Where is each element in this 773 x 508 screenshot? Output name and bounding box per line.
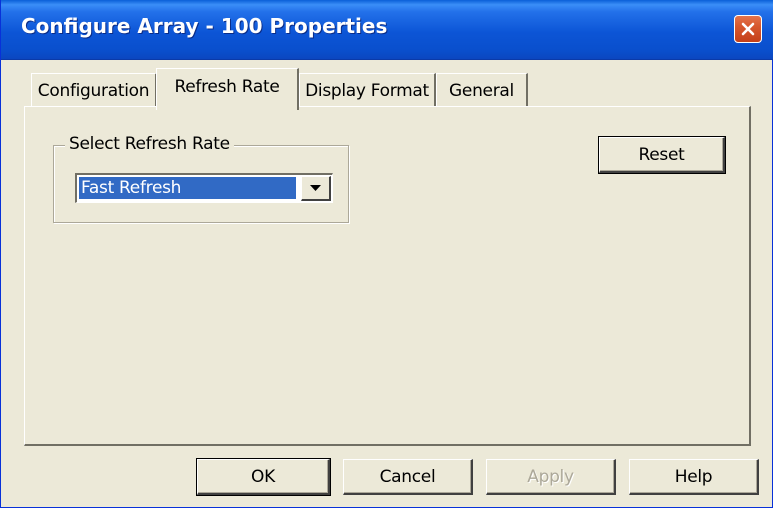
- apply-label: Apply: [527, 466, 574, 487]
- groupbox-label: Select Refresh Rate: [65, 134, 234, 154]
- cancel-button[interactable]: Cancel: [343, 459, 473, 495]
- tab-label: Display Format: [305, 80, 429, 101]
- ok-label: OK: [251, 466, 275, 487]
- help-button[interactable]: Help: [629, 459, 759, 495]
- help-label: Help: [674, 466, 713, 487]
- title-bar[interactable]: Configure Array - 100 Properties: [1, 0, 773, 60]
- tab-label: General: [449, 80, 514, 101]
- apply-button[interactable]: Apply: [486, 459, 616, 495]
- tab-label: Configuration: [37, 80, 150, 101]
- dialog-window: Configure Array - 100 Properties Configu…: [0, 0, 773, 508]
- close-x-icon: [741, 22, 755, 36]
- tab-label: Refresh Rate: [174, 76, 280, 97]
- reset-button[interactable]: Reset: [598, 136, 726, 174]
- tab-refresh-rate[interactable]: Refresh Rate: [156, 68, 299, 110]
- tab-display-format[interactable]: Display Format: [299, 73, 436, 107]
- chevron-down-icon: [310, 184, 321, 191]
- refresh-rate-select[interactable]: Fast Refresh: [75, 173, 333, 203]
- window-title: Configure Array - 100 Properties: [21, 14, 388, 38]
- tab-configuration[interactable]: Configuration: [31, 73, 157, 107]
- select-value: Fast Refresh: [79, 177, 296, 199]
- ok-button[interactable]: OK: [196, 458, 331, 496]
- close-button[interactable]: [734, 15, 762, 43]
- tab-general[interactable]: General: [436, 73, 528, 107]
- dropdown-button[interactable]: [301, 176, 331, 201]
- cancel-label: Cancel: [379, 466, 436, 487]
- reset-label: Reset: [638, 144, 685, 165]
